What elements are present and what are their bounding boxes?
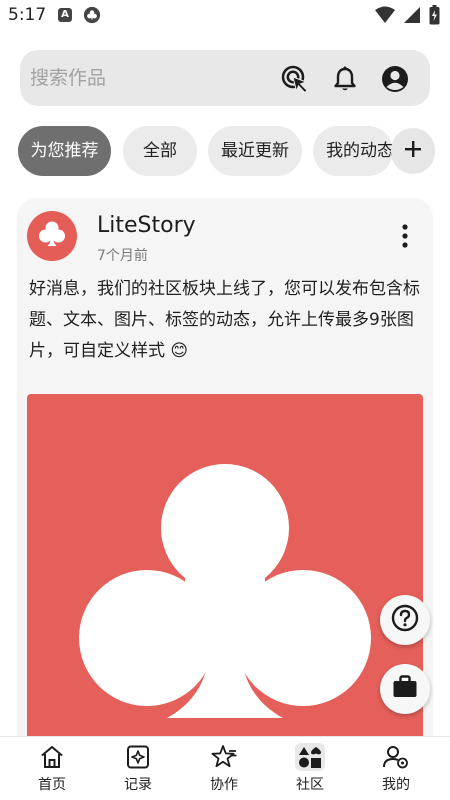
category-chips: 为您推荐 全部 最近更新 我的动态 xyxy=(0,126,450,176)
chip-recent[interactable]: 最近更新 xyxy=(208,126,302,176)
nav-label: 记录 xyxy=(124,777,152,793)
bottom-navigation: 首页 记录 协作 社区 我的 xyxy=(0,736,450,800)
record-icon xyxy=(124,743,152,771)
club-icon xyxy=(36,218,68,254)
search-bar xyxy=(20,50,430,106)
wifi-icon xyxy=(375,6,395,28)
author-name[interactable]: LiteStory xyxy=(97,213,196,238)
nav-label: 我的 xyxy=(382,777,410,793)
nav-label: 协作 xyxy=(210,777,238,793)
plus-icon xyxy=(404,140,422,162)
author-avatar[interactable] xyxy=(27,211,77,261)
club-notification-icon xyxy=(83,6,101,24)
account-icon[interactable] xyxy=(380,64,410,94)
briefcase-icon xyxy=(391,673,419,705)
battery-icon xyxy=(429,5,440,29)
chip-all[interactable]: 全部 xyxy=(123,126,197,176)
status-time: 5:17 xyxy=(8,5,47,25)
status-bar: 5:17 A xyxy=(0,0,450,32)
nav-profile[interactable]: 我的 xyxy=(366,743,426,797)
nav-collab[interactable]: 协作 xyxy=(194,743,254,797)
nav-home[interactable]: 首页 xyxy=(22,743,82,797)
post-time: 7个月前 xyxy=(97,248,148,264)
community-icon xyxy=(295,743,325,771)
chip-my-posts[interactable]: 我的动态 xyxy=(313,126,393,176)
bell-icon[interactable] xyxy=(330,64,360,94)
collab-icon xyxy=(210,743,238,771)
post-image[interactable] xyxy=(27,394,423,758)
more-options-icon[interactable] xyxy=(393,223,417,249)
help-icon xyxy=(391,604,419,636)
nav-community[interactable]: 社区 xyxy=(280,743,340,797)
club-image-icon xyxy=(79,464,371,718)
briefcase-button[interactable] xyxy=(380,664,430,714)
chip-recommended[interactable]: 为您推荐 xyxy=(18,126,111,176)
app-screen: 5:17 A 为您推荐 全部 xyxy=(0,0,450,800)
signal-icon xyxy=(403,6,421,28)
profile-icon xyxy=(382,743,410,771)
post-text[interactable]: 好消息，我们的社区板块上线了，您可以发布包含标题、文本、图片、标签的动态，允许上… xyxy=(29,274,425,367)
app-notification-icon: A xyxy=(58,8,72,22)
nav-record[interactable]: 记录 xyxy=(108,743,168,797)
add-chip-button[interactable] xyxy=(391,128,435,174)
post-card[interactable]: LiteStory 7个月前 好消息，我们的社区板块上线了，您可以发布包含标题、… xyxy=(17,198,433,758)
touch-select-icon[interactable] xyxy=(280,64,310,94)
nav-label: 首页 xyxy=(38,777,66,793)
home-icon xyxy=(38,743,66,771)
search-input[interactable] xyxy=(30,62,270,94)
nav-label: 社区 xyxy=(296,777,324,793)
help-button[interactable] xyxy=(380,595,430,645)
